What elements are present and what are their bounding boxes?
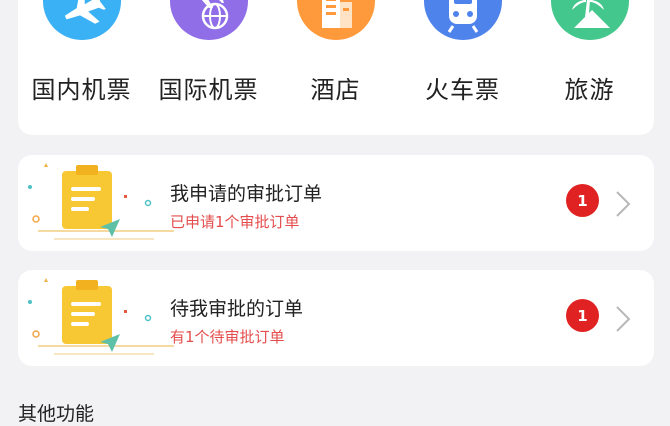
service-label: 酒店: [310, 76, 361, 104]
service-international-flight[interactable]: 国际机票: [145, 0, 272, 135]
service-train[interactable]: 火车票: [399, 0, 526, 135]
card-subtitle: 已申请1个审批订单: [170, 213, 300, 231]
hotel-building-icon: [296, 0, 375, 40]
service-tourism[interactable]: 旅游: [526, 0, 653, 135]
count-badge: 1: [566, 299, 599, 332]
service-label: 国际机票: [158, 76, 259, 104]
clipboard-icon: [28, 163, 174, 240]
card-title: 待我审批的订单: [170, 298, 304, 320]
service-label: 国内机票: [31, 76, 132, 104]
palm-tree-icon: [550, 0, 629, 40]
airplane-icon: [42, 0, 121, 40]
card-title: 我申请的审批订单: [170, 183, 323, 205]
pending-my-approval-card[interactable]: 待我审批的订单 有1个待审批订单 1: [18, 270, 654, 366]
service-label: 旅游: [564, 76, 615, 104]
card-subtitle: 有1个待审批订单: [170, 328, 285, 346]
clipboard-icon: [28, 278, 174, 355]
service-hotel[interactable]: 酒店: [272, 0, 399, 135]
count-badge: 1: [566, 184, 599, 217]
travel-services-panel: 国内机票 国际机票 酒店 火车票 旅游: [18, 0, 654, 135]
chevron-right-icon: [616, 306, 631, 332]
service-domestic-flight[interactable]: 国内机票: [18, 0, 145, 135]
chevron-right-icon: [616, 191, 631, 217]
train-icon: [423, 0, 502, 40]
service-label: 火车票: [425, 76, 500, 104]
globe-plane-icon: [169, 0, 248, 40]
my-applied-approvals-card[interactable]: 我申请的审批订单 已申请1个审批订单 1: [18, 155, 654, 251]
other-features-heading: 其他功能: [18, 403, 95, 425]
